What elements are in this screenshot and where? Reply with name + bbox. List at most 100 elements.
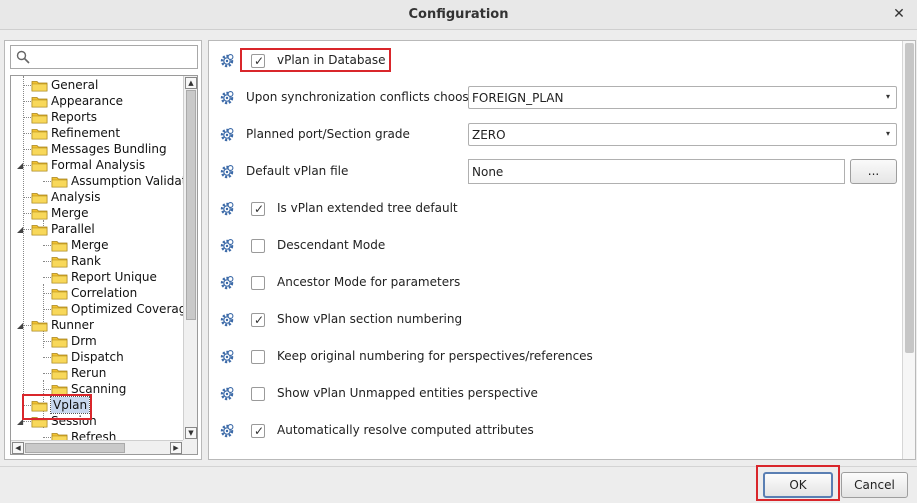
folder-icon — [31, 128, 48, 139]
expander-icon[interactable]: ◢ — [17, 417, 26, 426]
vplan-in-database-checkbox[interactable]: ✓ — [251, 54, 265, 68]
tree-connector — [23, 405, 31, 406]
tree-item[interactable]: Assumption Validatio — [51, 173, 183, 189]
options-pane: ✓ vPlan in Database Upon synchronization… — [208, 40, 916, 460]
sync-conflicts-select[interactable]: FOREIGN_PLAN ▾ — [468, 86, 897, 109]
tree-item[interactable]: Appearance — [31, 93, 123, 109]
gear-icon — [220, 423, 235, 438]
settings-tree: General Appearance Reports Refinement Messag… — [10, 75, 198, 455]
gear-icon — [220, 275, 235, 290]
tree-item[interactable]: Parallel — [31, 221, 95, 237]
option-default-vplan-file: Default vPlan file None ... — [209, 157, 901, 185]
tree-item[interactable]: Merge — [31, 205, 88, 221]
tree-item[interactable]: Refresh — [51, 429, 116, 440]
tree-item[interactable]: Refinement — [31, 125, 120, 141]
scroll-thumb[interactable] — [186, 90, 196, 320]
planned-port-select[interactable]: ZERO ▾ — [468, 123, 897, 146]
window-title: Configuration — [408, 7, 509, 22]
folder-icon — [31, 208, 48, 219]
footer-divider — [0, 466, 917, 467]
expander-icon[interactable]: ◢ — [17, 161, 26, 170]
section-numbering-checkbox[interactable]: ✓ — [251, 313, 265, 327]
default-vplan-file-field[interactable]: None — [468, 159, 845, 184]
resolve-computed-checkbox[interactable]: ✓ — [251, 424, 265, 438]
gear-icon — [220, 386, 235, 401]
cancel-button[interactable]: Cancel — [841, 472, 908, 498]
search-box[interactable] — [10, 45, 198, 69]
folder-icon — [51, 304, 68, 315]
tree-connector — [43, 389, 51, 390]
tree-connector — [43, 277, 51, 278]
browse-button[interactable]: ... — [850, 159, 897, 184]
tree-item[interactable]: Scanning — [51, 381, 126, 397]
tree-connector — [43, 309, 51, 310]
ancestor-mode-checkbox[interactable] — [251, 276, 265, 290]
tree-item[interactable]: Rank — [51, 253, 101, 269]
tree-connector — [43, 181, 51, 182]
tree-vertical-scrollbar[interactable]: ▲ ▼ — [183, 76, 197, 440]
scroll-thumb[interactable] — [25, 443, 125, 453]
folder-icon — [51, 384, 68, 395]
gear-icon — [220, 164, 235, 179]
expander-icon[interactable]: ◢ — [17, 225, 26, 234]
tree-connector — [23, 76, 24, 416]
tree-item[interactable]: Reports — [31, 109, 97, 125]
scroll-left-icon[interactable]: ◀ — [12, 442, 24, 454]
tree-item-label: Refinement — [51, 126, 121, 140]
folder-icon — [51, 176, 68, 187]
scroll-down-icon[interactable]: ▼ — [185, 427, 197, 439]
close-icon[interactable]: ✕ — [891, 6, 907, 22]
tree-item[interactable]: General — [31, 77, 98, 93]
tree-item[interactable]: Runner — [31, 317, 94, 333]
tree-item-label: General — [51, 78, 99, 92]
navigation-pane: General Appearance Reports Refinement Messag… — [4, 40, 202, 460]
option-section-numbering: ✓ Show vPlan section numbering — [209, 305, 901, 333]
tree-item-label: Rerun — [71, 366, 107, 380]
tree-item[interactable]: Rerun — [51, 365, 106, 381]
search-input[interactable] — [35, 48, 193, 66]
tree-connector — [23, 149, 31, 150]
vplan-in-database-label: vPlan in Database — [277, 53, 386, 67]
tree-item[interactable]: Analysis — [31, 189, 100, 205]
planned-port-value: ZERO — [472, 128, 506, 142]
tree-item[interactable]: Correlation — [51, 285, 137, 301]
gear-icon — [220, 53, 235, 68]
option-descendant-mode: Descendant Mode — [209, 231, 901, 259]
tree-item[interactable]: Optimized Coverage — [51, 301, 183, 317]
descendant-mode-checkbox[interactable] — [251, 239, 265, 253]
scroll-right-icon[interactable]: ▶ — [170, 442, 182, 454]
expander-icon[interactable]: ◢ — [17, 321, 26, 330]
tree-item[interactable]: Session — [31, 413, 97, 429]
scroll-thumb[interactable] — [905, 43, 914, 353]
check-icon: ✓ — [254, 54, 265, 68]
tree-connector — [43, 245, 51, 246]
tree-connector — [23, 117, 31, 118]
tree-item[interactable]: Drm — [51, 333, 97, 349]
unmapped-perspective-checkbox[interactable] — [251, 387, 265, 401]
tree-item[interactable]: Dispatch — [51, 349, 124, 365]
ok-button[interactable]: OK — [763, 472, 833, 498]
scroll-up-icon[interactable]: ▲ — [185, 77, 197, 89]
tree-item[interactable]: Messages Bundling — [31, 141, 167, 157]
extended-tree-default-label: Is vPlan extended tree default — [277, 201, 458, 215]
tree-connector — [43, 341, 51, 342]
tree-horizontal-scrollbar[interactable]: ◀ ▶ — [11, 440, 183, 454]
folder-icon — [51, 432, 68, 440]
tree-item[interactable]: Vplan — [31, 396, 91, 414]
options-vertical-scrollbar[interactable] — [902, 41, 915, 459]
default-vplan-file-label: Default vPlan file — [246, 164, 349, 178]
tree-item[interactable]: Report Unique — [51, 269, 157, 285]
tree-view: General Appearance Reports Refinement Messag… — [11, 76, 183, 440]
option-ancestor-mode: Ancestor Mode for parameters — [209, 268, 901, 296]
keep-original-numbering-checkbox[interactable] — [251, 350, 265, 364]
tree-item[interactable]: Formal Analysis — [31, 157, 145, 173]
extended-tree-default-checkbox[interactable]: ✓ — [251, 202, 265, 216]
folder-icon — [51, 352, 68, 363]
tree-item[interactable]: Merge — [51, 237, 108, 253]
folder-icon — [51, 256, 68, 267]
section-numbering-label: Show vPlan section numbering — [277, 312, 463, 326]
scroll-corner — [183, 440, 197, 454]
planned-port-label: Planned port/Section grade — [246, 127, 410, 141]
unmapped-perspective-label: Show vPlan Unmapped entities perspective — [277, 386, 538, 400]
gear-icon — [220, 127, 235, 142]
